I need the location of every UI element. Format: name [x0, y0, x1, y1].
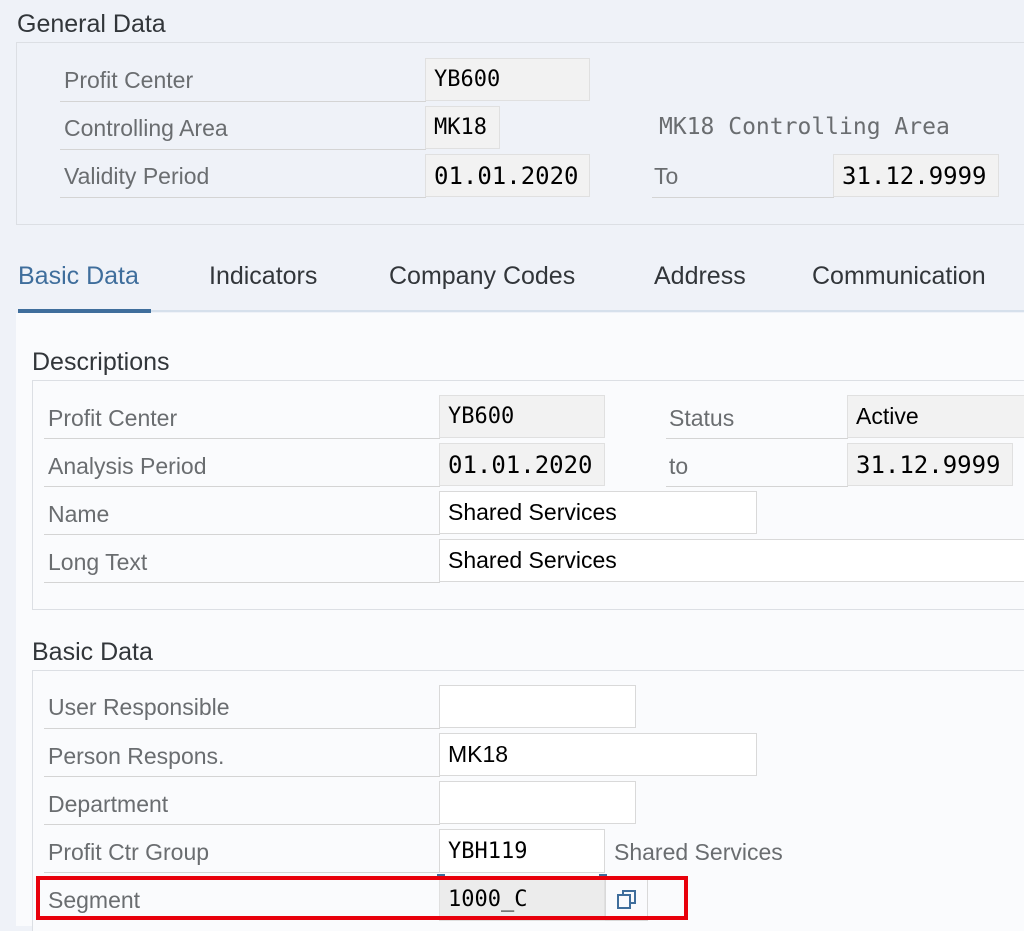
gd-validity-from-field: 01.01.2020	[425, 154, 590, 197]
tab-strip-divider	[18, 310, 1024, 312]
desc-profit-center-label: Profit Center	[48, 405, 178, 431]
gd-controlling-area-desc: MK18 Controlling Area	[659, 114, 950, 140]
tab-basic-data[interactable]: Basic Data	[18, 262, 139, 291]
gd-controlling-area-label: Controlling Area	[64, 115, 228, 141]
bd-department-label: Department	[48, 791, 169, 817]
gd-profit-center-field: YB600	[425, 58, 590, 101]
bd-profit-ctr-group-label: Profit Ctr Group	[48, 839, 210, 865]
desc-analysis-to-label: to	[669, 453, 689, 479]
gd-validity-period-label: Validity Period	[64, 163, 210, 189]
desc-analysis-from-field: 01.01.2020	[439, 443, 605, 486]
bd-user-responsible-label: User Responsible	[48, 694, 230, 720]
desc-long-text-label: Long Text	[48, 549, 148, 575]
descriptions-title: Descriptions	[32, 348, 170, 376]
tab-company-codes[interactable]: Company Codes	[389, 262, 575, 291]
desc-status-field: Active	[847, 395, 1024, 438]
tab-indicators[interactable]: Indicators	[209, 262, 317, 291]
bd-user-responsible-input[interactable]	[439, 685, 636, 728]
bd-profit-ctr-group-desc: Shared Services	[614, 839, 783, 865]
segment-highlight-box	[36, 876, 688, 920]
bd-department-input[interactable]	[439, 781, 636, 824]
gd-controlling-area-field: MK18	[425, 106, 500, 149]
bd-person-responsible-label: Person Respons.	[48, 743, 225, 769]
gd-validity-to-field: 31.12.9999	[833, 154, 999, 197]
tab-address[interactable]: Address	[654, 262, 746, 291]
gd-validity-to-label: To	[654, 163, 679, 189]
desc-name-input[interactable]: Shared Services	[439, 491, 757, 534]
desc-profit-center-field: YB600	[439, 395, 605, 438]
desc-analysis-to-field: 31.12.9999	[847, 443, 1013, 486]
desc-status-label: Status	[669, 405, 735, 431]
general-data-title: General Data	[17, 10, 166, 38]
desc-analysis-period-label: Analysis Period	[48, 453, 207, 479]
gd-profit-center-label: Profit Center	[64, 67, 194, 93]
basic-data-title: Basic Data	[32, 638, 153, 666]
desc-name-label: Name	[48, 501, 110, 527]
bd-person-responsible-input[interactable]: MK18	[439, 733, 757, 776]
desc-long-text-input[interactable]: Shared Services	[439, 539, 1024, 582]
bd-profit-ctr-group-input[interactable]: YBH119	[439, 829, 605, 873]
tab-communication[interactable]: Communication	[812, 262, 986, 291]
